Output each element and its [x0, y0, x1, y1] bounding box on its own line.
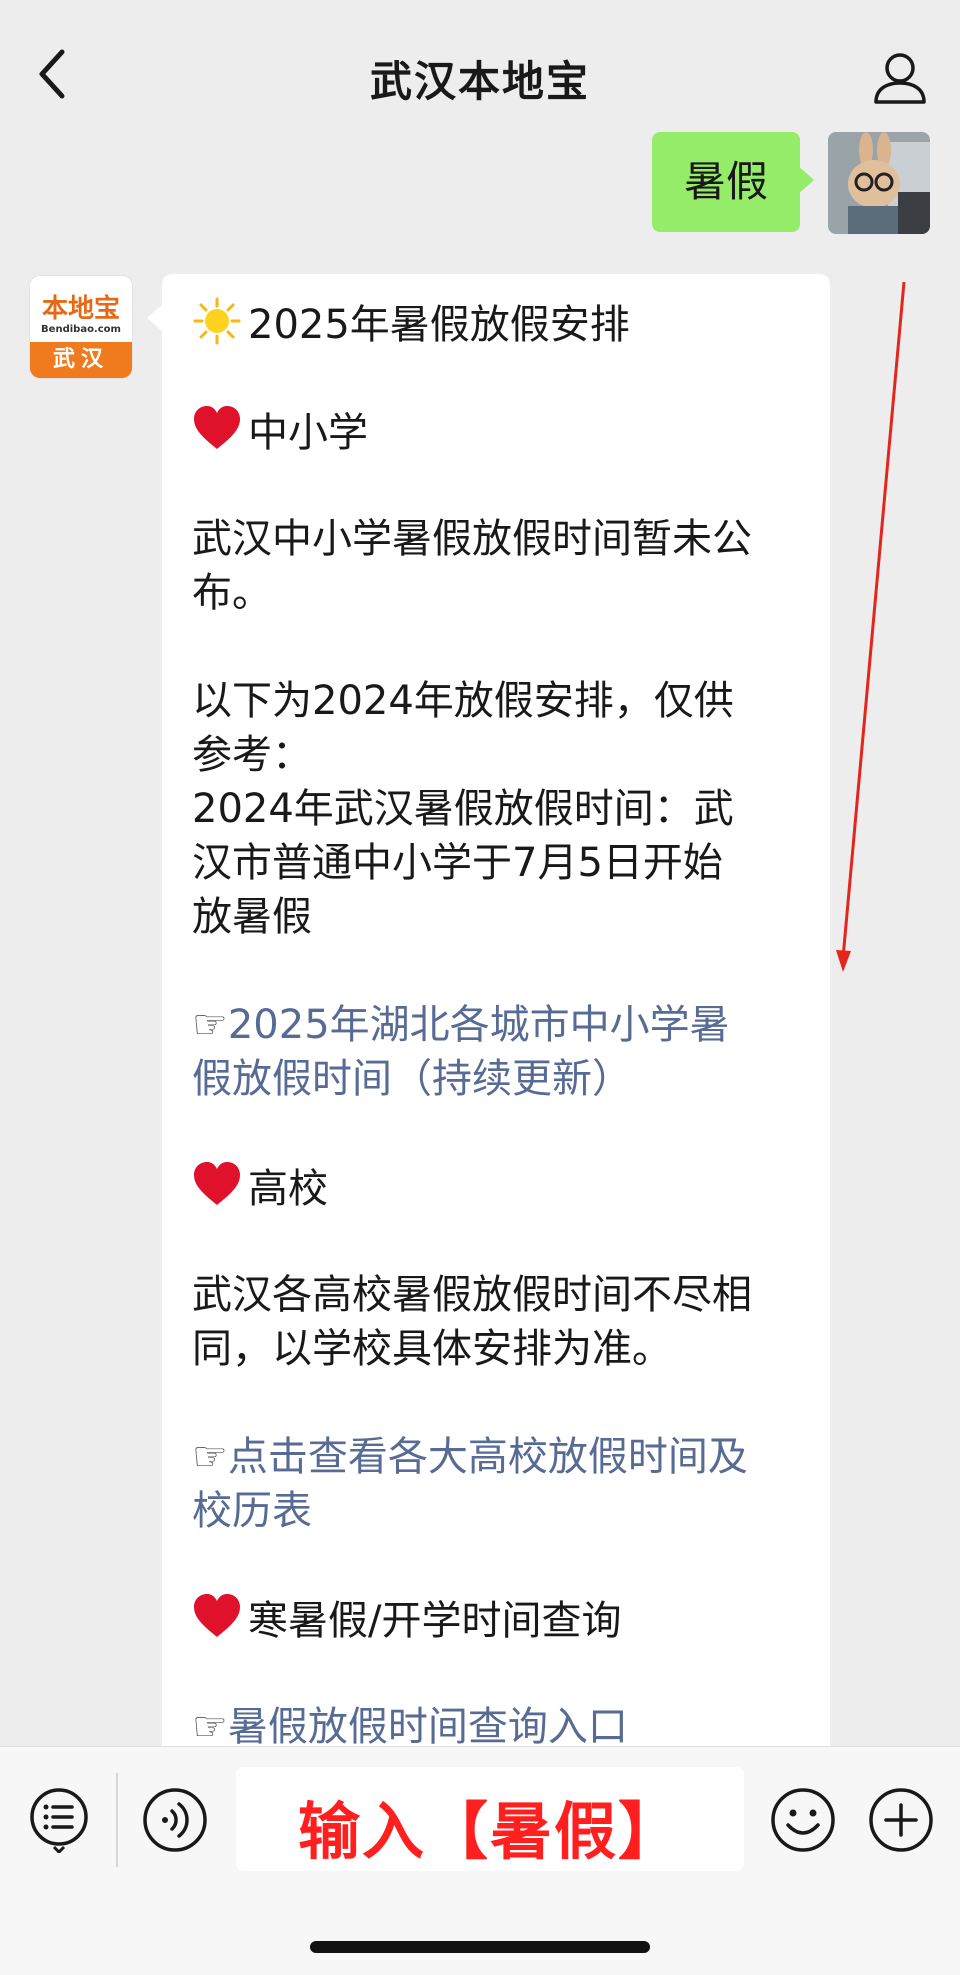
- section-college-row: 高校: [192, 1160, 812, 1216]
- pointing-hand-icon: ☞: [192, 1434, 228, 1480]
- menu-icon[interactable]: [26, 1787, 92, 1853]
- pointing-hand-icon: ☞: [192, 1704, 228, 1746]
- user-message-bubble[interactable]: 暑假: [652, 132, 814, 232]
- sun-icon: [193, 297, 241, 345]
- heart-icon: [194, 406, 240, 449]
- link-college-line-2[interactable]: 校历表: [192, 1484, 812, 1538]
- pointing-hand-icon: ☞: [192, 1002, 228, 1048]
- bot-message-bubble: 2025年暑假放假安排 中小学 武汉中小学暑假放假时间暂未公 布。 以下为202…: [147, 274, 830, 1746]
- link-query-text[interactable]: 暑假放假时间查询入口: [228, 1704, 628, 1746]
- rabbit-avatar-image: [828, 132, 930, 234]
- link-query-line[interactable]: ☞暑假放假时间查询入口: [192, 1700, 812, 1746]
- message-input[interactable]: 输入【暑假】: [236, 1767, 744, 1871]
- primary-notice-line-1: 武汉中小学暑假放假时间暂未公: [192, 516, 752, 562]
- link-college-line-1[interactable]: ☞点击查看各大高校放假时间及: [192, 1430, 812, 1484]
- ref-detail-line-3: 放暑假: [192, 894, 312, 940]
- link-hubei-line-2[interactable]: 假放假时间（持续更新）: [192, 1052, 812, 1106]
- message-title-row: 2025年暑假放假安排: [192, 296, 812, 352]
- chat-area[interactable]: 暑假 本地宝 Bendibao.com 武汉 2025年暑假放假安排 中小学 武…: [0, 132, 960, 1746]
- college-notice-line-2: 同，以学校具体安排为准。: [192, 1326, 672, 1372]
- ref-detail-line-2: 汉市普通中小学于7月5日开始: [192, 840, 723, 886]
- user-avatar[interactable]: [828, 132, 930, 234]
- ref-intro-line-2: 参考：: [192, 732, 312, 778]
- section-query-title: 寒暑假/开学时间查询: [248, 1598, 622, 1644]
- input-divider: [116, 1773, 118, 1867]
- section-query-row: 寒暑假/开学时间查询: [192, 1592, 812, 1648]
- emoji-icon[interactable]: [770, 1787, 836, 1853]
- voice-icon[interactable]: [142, 1787, 208, 1853]
- ref-intro-line-1: 以下为2024年放假安排，仅供: [192, 678, 734, 724]
- input-bar: 输入【暑假】: [0, 1746, 960, 1975]
- person-icon[interactable]: [870, 48, 930, 108]
- input-overlay-text: 输入【暑假】: [297, 1795, 682, 1868]
- bot-avatar[interactable]: 本地宝 Bendibao.com 武汉: [30, 276, 132, 378]
- section-primary-row: 中小学: [192, 404, 812, 460]
- ref-detail-line-1: 2024年武汉暑假放假时间：武: [192, 786, 734, 832]
- section-college-title: 高校: [248, 1166, 328, 1212]
- link-hubei-line-1[interactable]: ☞2025年湖北各城市中小学暑: [192, 998, 812, 1052]
- primary-notice-line-2: 布。: [192, 570, 272, 616]
- college-notice-line-1: 武汉各高校暑假放假时间不尽相: [192, 1272, 752, 1318]
- brand-logo-text: 本地宝: [41, 294, 120, 324]
- link-hubei-text-1[interactable]: 2025年湖北各城市中小学暑: [228, 1002, 730, 1048]
- heart-icon: [194, 1594, 240, 1637]
- heart-icon: [194, 1162, 240, 1205]
- brand-domain: Bendibao.com: [41, 324, 121, 335]
- message-title: 2025年暑假放假安排: [248, 302, 630, 348]
- plus-icon[interactable]: [868, 1787, 934, 1853]
- page-title: 武汉本地宝: [369, 57, 590, 106]
- section-primary-title: 中小学: [248, 410, 368, 456]
- brand-city: 武汉: [30, 342, 132, 378]
- home-indicator[interactable]: [310, 1941, 650, 1953]
- nav-bar: 武汉本地宝: [0, 0, 960, 132]
- link-college-text-1[interactable]: 点击查看各大高校放假时间及: [228, 1434, 748, 1480]
